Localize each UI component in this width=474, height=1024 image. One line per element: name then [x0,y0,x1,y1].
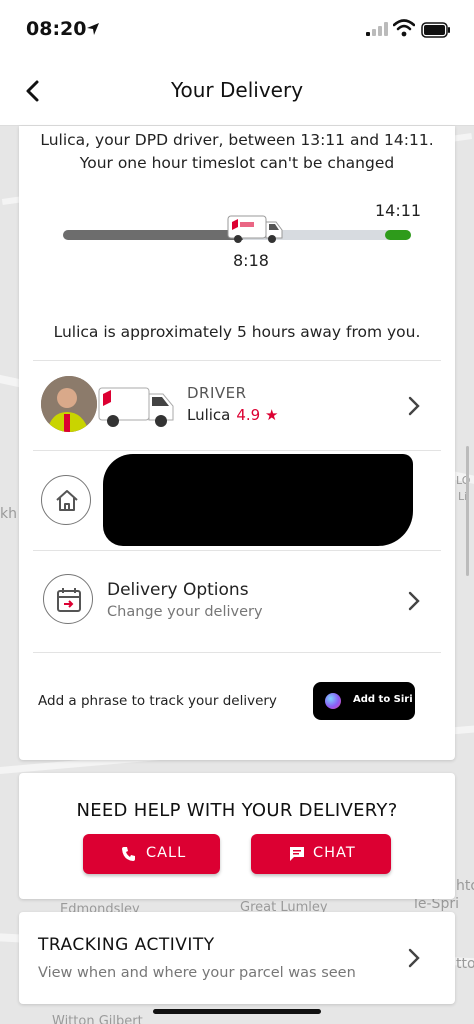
phone-icon [122,847,135,861]
call-button[interactable]: CALL [83,834,220,874]
tracking-subtitle: View when and where your parcel was seen [38,965,356,981]
timeslot-text: Lulica, your DPD driver, between 13:11 a… [19,129,455,175]
page-title: Your Delivery [170,78,304,102]
tracking-activity-card[interactable]: TRACKING ACTIVITY View when and where yo… [19,912,455,1004]
driver-name-line: Lulica 4.9 ★ [187,406,278,424]
progress-completed [63,230,243,240]
wifi-icon [393,19,415,37]
calendar-icon [43,574,93,624]
tracking-title: TRACKING ACTIVITY [38,935,215,955]
map-label-hto: hto [456,878,474,894]
scrollbar[interactable] [466,446,469,576]
battery-icon [421,22,450,38]
map-label-witton-gilbert: Witton Gilbert [52,1014,143,1024]
location-arrow-icon [87,23,99,35]
current-time-marker: 8:18 [233,251,269,270]
add-to-siri-label: Add to Siri [353,694,413,705]
status-bar: 08:20 [0,0,474,60]
siri-row: Add a phrase to track your delivery Add … [19,652,455,752]
dpd-van-marker-icon [227,215,283,243]
timeslot-line-2: Your one hour timeslot can't be changed [79,154,395,172]
driver-row[interactable]: DRIVER Lulica 4.9 ★ [19,362,455,450]
add-to-siri-button[interactable]: Add to Siri [313,682,415,720]
status-time: 08:20 [26,18,87,40]
driver-label: DRIVER [187,384,247,402]
timeslot-line-1: Lulica, your DPD driver, between 13:11 a… [40,131,434,149]
map-label-kh: kh [0,506,17,522]
delivery-options-subtitle: Change your delivery [107,604,263,620]
driver-van-image [98,387,174,427]
delivery-card: Lulica, your DPD driver, between 13:11 a… [19,126,455,760]
delivery-options-title: Delivery Options [107,580,249,600]
siri-prompt: Add a phrase to track your delivery [38,693,277,709]
call-label: CALL [146,845,187,861]
map-label-tto: tto [456,956,474,972]
redacted-address [103,454,413,546]
divider [33,360,441,361]
chevron-right-icon [408,591,420,611]
nav-header: Your Delivery [0,60,474,126]
help-title: NEED HELP WITH YOUR DELIVERY? [76,800,398,821]
delivery-address-row[interactable] [19,450,455,550]
siri-icon [325,693,341,709]
chat-icon [290,847,304,861]
timeslot-end-time: 14:11 [375,201,422,220]
eta-text: Lulica is approximately 5 hours away fro… [53,323,421,341]
delivery-options-row[interactable]: Delivery Options Change your delivery [19,550,455,652]
progress-timeslot-window [385,230,411,240]
chat-label: CHAT [313,845,356,861]
home-indicator[interactable] [153,1009,321,1014]
chat-button[interactable]: CHAT [251,834,391,874]
chevron-right-icon [408,948,420,968]
home-icon [41,475,91,525]
driver-rating: 4.9 ★ [236,406,279,424]
help-card: NEED HELP WITH YOUR DELIVERY? CALL CHAT [19,773,455,899]
driver-avatar [41,376,97,432]
chevron-right-icon [408,396,420,416]
cellular-signal-icon [366,22,388,36]
driver-name: Lulica [187,406,231,424]
